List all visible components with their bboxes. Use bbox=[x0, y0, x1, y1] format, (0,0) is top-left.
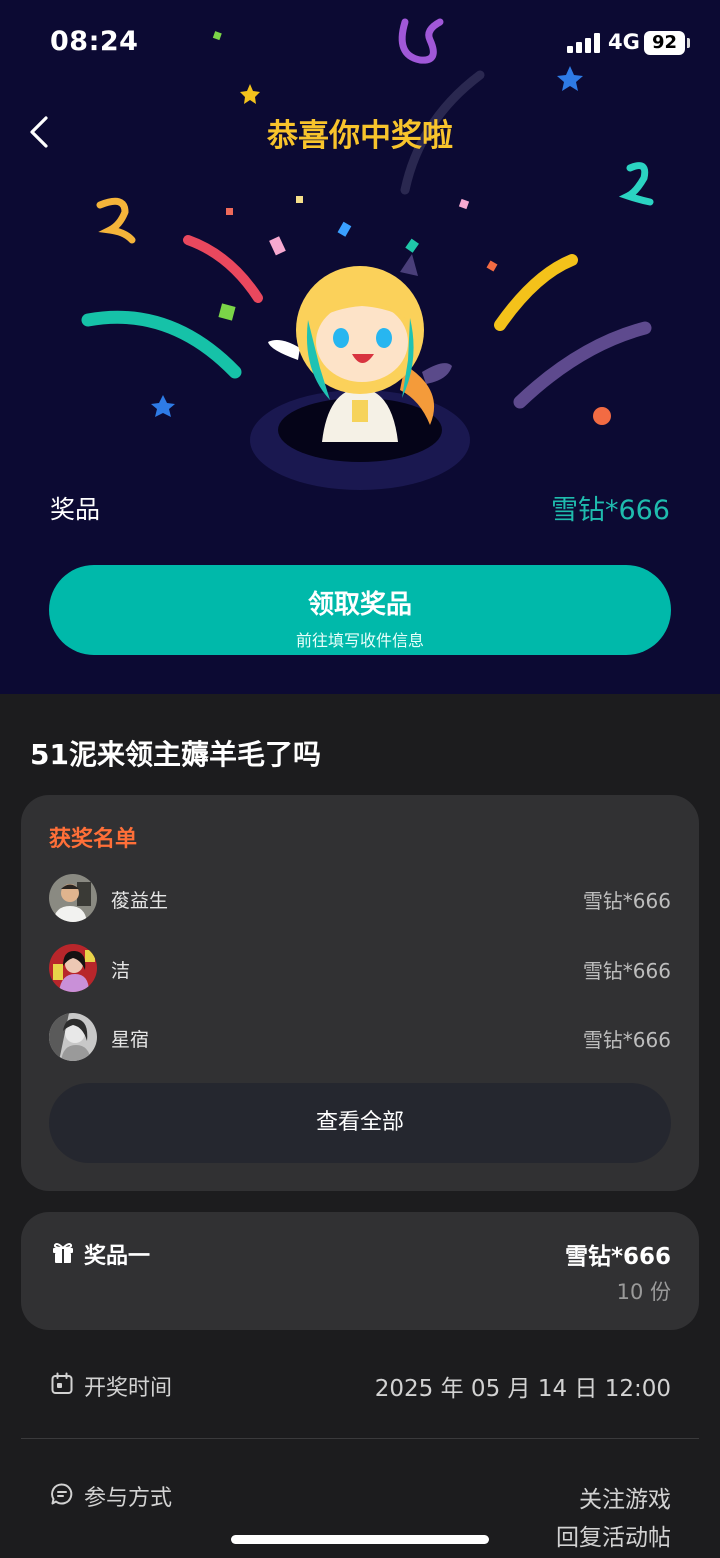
winner-row[interactable]: 星宿 雪钻*666 bbox=[49, 1013, 671, 1063]
winners-card: 获奖名单 葰益生 雪钻*666 洁 雪钻*666 星宿 雪钻*666 查看全部 bbox=[21, 795, 699, 1191]
prize-item-quantity: 10 份 bbox=[616, 1280, 671, 1304]
avatar bbox=[49, 944, 97, 992]
claim-prize-button[interactable]: 领取奖品 前往填写收件信息 bbox=[49, 565, 671, 655]
winner-name: 葰益生 bbox=[111, 890, 169, 912]
calendar-icon bbox=[51, 1372, 73, 1394]
draw-time-value: 2025 年 05 月 14 日 12:00 bbox=[374, 1376, 671, 1402]
prize-value: 雪钻*666 bbox=[550, 495, 670, 526]
winner-prize: 雪钻*666 bbox=[582, 1028, 671, 1052]
home-indicator[interactable] bbox=[231, 1535, 489, 1544]
gift-icon bbox=[53, 1243, 73, 1263]
event-title: 51泥来领主薅羊毛了吗 bbox=[30, 738, 321, 771]
participation-row: 参与方式 关注游戏 回复活动帖 bbox=[21, 1476, 699, 1556]
avatar bbox=[49, 1013, 97, 1061]
hero-banner: 08:24 4G 92 恭喜你中奖啦 奖品 雪钻*666 领取奖品 前往填写收件… bbox=[0, 0, 720, 694]
prize-item-card: 奖品一 雪钻*666 10 份 bbox=[21, 1212, 699, 1330]
participation-method: 回复活动帖 bbox=[556, 1525, 671, 1551]
prize-label: 奖品 bbox=[50, 495, 101, 524]
winner-row[interactable]: 洁 雪钻*666 bbox=[49, 944, 671, 994]
draw-time-label: 开奖时间 bbox=[84, 1376, 173, 1401]
participation-method: 关注游戏 bbox=[579, 1487, 671, 1513]
prize-item-amount: 雪钻*666 bbox=[564, 1244, 671, 1270]
draw-time-row: 开奖时间 2025 年 05 月 14 日 12:00 bbox=[21, 1368, 699, 1404]
avatar bbox=[49, 874, 97, 922]
winner-row[interactable]: 葰益生 雪钻*666 bbox=[49, 874, 671, 924]
prize-item-name: 奖品一 bbox=[84, 1244, 151, 1269]
divider bbox=[21, 1438, 699, 1439]
participation-label: 参与方式 bbox=[84, 1486, 173, 1511]
winner-prize: 雪钻*666 bbox=[582, 959, 671, 983]
winners-title: 获奖名单 bbox=[49, 827, 138, 852]
winner-name: 洁 bbox=[111, 960, 131, 982]
comment-icon bbox=[51, 1483, 73, 1505]
winner-prize: 雪钻*666 bbox=[582, 889, 671, 913]
page-title: 恭喜你中奖啦 bbox=[267, 118, 453, 154]
claim-button-sublabel: 前往填写收件信息 bbox=[295, 631, 424, 650]
mascot-character-image bbox=[250, 254, 470, 490]
claim-button-label: 领取奖品 bbox=[307, 590, 412, 620]
view-all-button[interactable]: 查看全部 bbox=[49, 1083, 671, 1163]
winner-name: 星宿 bbox=[111, 1029, 150, 1051]
